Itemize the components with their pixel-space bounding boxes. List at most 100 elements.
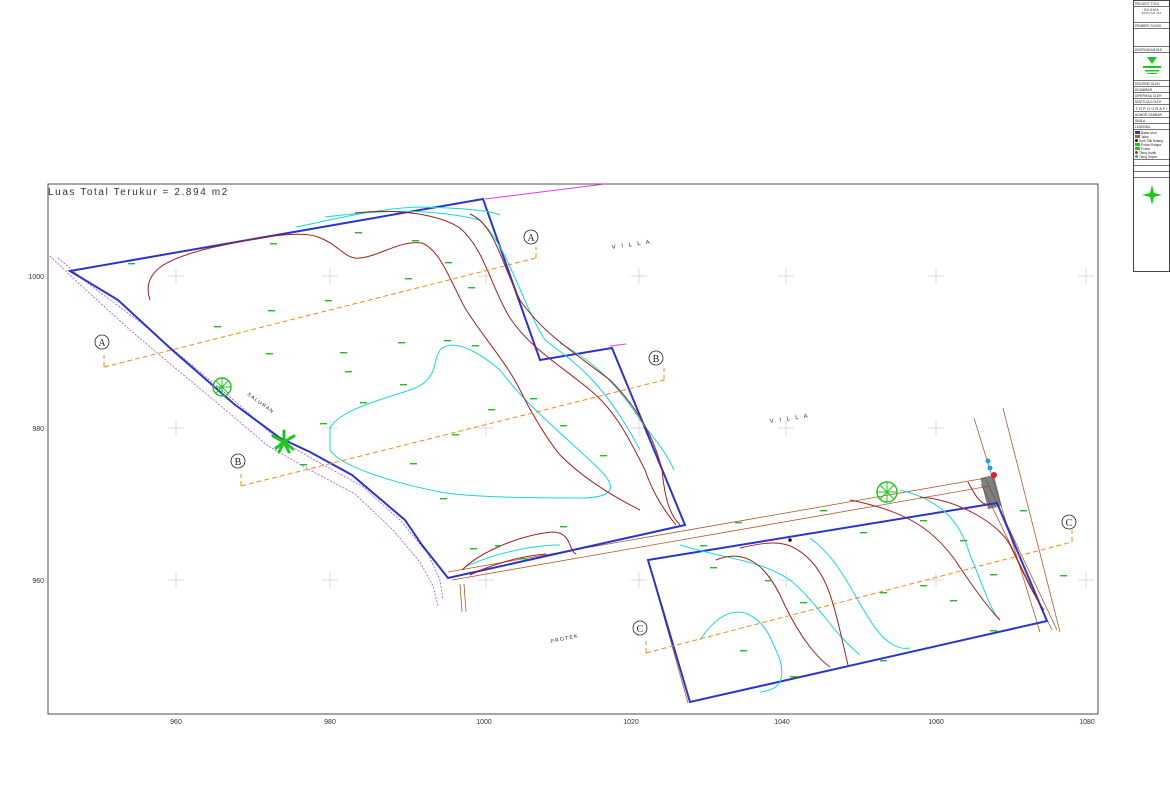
spot-height-mark — [270, 243, 277, 245]
spot-height-mark — [452, 434, 459, 436]
topographic-map: 960 980 1000 1020 1040 1060 1080 1000 98… — [28, 183, 1099, 726]
spot-height-mark — [214, 326, 221, 328]
drawing-title: T O P O G R A F I — [1134, 105, 1169, 112]
legend: Batas Ukur Jalan Spot Titik Bidang Pohon… — [1134, 130, 1169, 160]
spot-height-mark — [405, 278, 412, 280]
spot-height-mark — [445, 262, 452, 264]
survey-boundary — [67, 197, 1049, 704]
spot-height-mark — [488, 409, 495, 411]
x-axis-ticks: 960 980 1000 1020 1040 1060 1080 — [170, 719, 1095, 726]
spot-height-mark — [790, 676, 797, 678]
spot-height-mark — [700, 545, 707, 547]
spot-height-mark — [440, 498, 447, 500]
telephone-pole-icon — [985, 458, 991, 464]
spot-height-mark — [1020, 510, 1027, 512]
spot-height-mark — [520, 558, 527, 560]
spot-height-mark — [920, 520, 927, 522]
protek-label: P R O T E K — [550, 633, 579, 645]
legend-swatch — [1135, 139, 1138, 142]
spot-height-mark — [268, 310, 275, 312]
x-tick: 1060 — [928, 719, 944, 726]
x-tick: 1000 — [476, 719, 492, 726]
spot-height-mark — [740, 650, 747, 652]
spot-height-mark — [820, 510, 827, 512]
x-tick: 1040 — [774, 719, 790, 726]
spot-height-mark — [300, 464, 307, 466]
spot-height-mark — [266, 353, 273, 355]
section-marker-b-end: B — [653, 354, 660, 365]
y-tick: 1000 — [28, 274, 44, 281]
legend-label: Tiang Telpon — [1139, 154, 1158, 159]
spot-heights — [128, 232, 1067, 678]
spot-height-mark — [472, 345, 479, 347]
tree-icon — [876, 481, 898, 503]
project-sub: B A D U N G - B A — [1141, 11, 1162, 15]
spot-height-mark — [990, 630, 997, 632]
spot-height-mark — [950, 600, 957, 602]
spot-height-mark — [920, 585, 927, 587]
spot-point-icon — [788, 538, 792, 542]
spot-height-mark — [990, 574, 997, 576]
section-marker-c-end: C — [1066, 518, 1073, 529]
legend-swatch — [1135, 143, 1140, 146]
spot-height-mark — [530, 398, 537, 400]
spot-height-mark — [860, 532, 867, 534]
spot-height-mark — [1060, 575, 1067, 577]
spot-height-mark — [468, 287, 475, 289]
magenta-line — [609, 343, 627, 347]
spot-height-mark — [765, 580, 772, 582]
spot-height-mark — [325, 300, 332, 302]
north-arrow — [1134, 178, 1169, 212]
tree-icon — [212, 377, 232, 397]
spot-height-mark — [340, 352, 347, 354]
spot-height-mark — [345, 371, 352, 373]
section-marker-a-start: A — [98, 338, 106, 349]
spot-height-mark — [398, 342, 405, 344]
y-axis-ticks: 1000 980 960 — [28, 274, 44, 585]
spot-height-mark — [444, 340, 451, 342]
legend-swatch — [1135, 131, 1140, 134]
spot-height-mark — [560, 425, 567, 427]
spot-height-mark — [495, 545, 502, 547]
logo-icon — [1142, 56, 1161, 74]
spot-height-mark — [880, 660, 887, 662]
spot-height-mark — [128, 263, 135, 265]
x-tick: 1020 — [623, 719, 639, 726]
pemberi-tugas-cell — [1134, 29, 1169, 47]
spot-height-mark — [735, 522, 742, 524]
section-marker-a-end: A — [527, 233, 535, 244]
spot-height-mark — [800, 602, 807, 604]
section-marker-c-start: C — [637, 624, 644, 635]
spot-height-mark — [400, 384, 407, 386]
y-tick: 960 — [32, 578, 44, 585]
spot-height-mark — [470, 548, 477, 550]
spot-height-mark — [412, 240, 419, 242]
magenta-line — [484, 183, 606, 200]
villa-right-label: V I L L A — [769, 413, 810, 425]
legend-swatch — [1135, 155, 1138, 158]
section-lines — [103, 247, 1073, 654]
section-markers: A A B B C C — [94, 229, 1077, 636]
x-tick: 960 — [170, 719, 182, 726]
spot-height-mark — [960, 540, 967, 542]
spot-height-mark — [355, 232, 362, 234]
spot-height-mark — [360, 402, 367, 404]
electric-pole-icon — [991, 472, 997, 478]
project-name-cell: B E A M A B A D U N G - B A — [1134, 7, 1169, 23]
title-block: PROJECT TITLE B E A M A B A D U N G - B … — [1133, 0, 1170, 272]
x-tick: 980 — [324, 719, 336, 726]
drainage-channel — [49, 255, 444, 607]
villa-top-label: V I L L A — [611, 239, 652, 251]
section-marker-b-start: B — [235, 457, 242, 468]
spot-height-mark — [880, 592, 887, 594]
saluran-label: S A L U R A N — [246, 392, 275, 415]
y-tick: 980 — [32, 426, 44, 433]
spot-height-mark — [320, 423, 327, 425]
company-logo — [1134, 53, 1169, 81]
x-tick: 1080 — [1079, 719, 1095, 726]
legend-swatch — [1135, 151, 1138, 154]
spot-height-mark — [600, 455, 607, 457]
spot-height-mark — [560, 526, 567, 528]
spot-height-mark — [410, 463, 417, 465]
north-arrow-icon — [1141, 185, 1162, 205]
